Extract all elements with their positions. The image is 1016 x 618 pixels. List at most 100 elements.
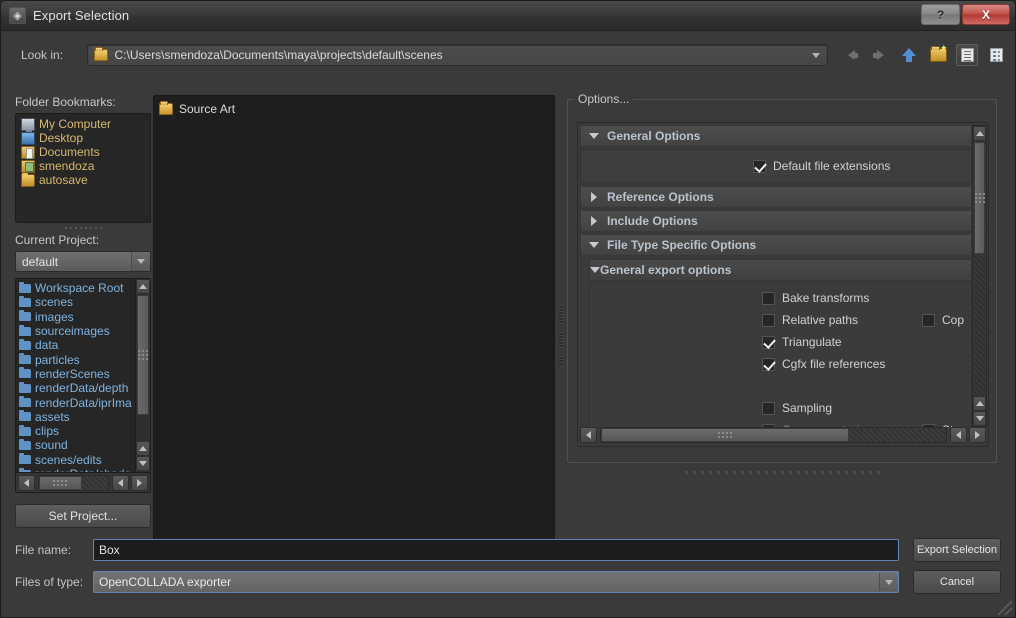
hscroll-thumb[interactable] — [39, 476, 82, 490]
checkbox-row[interactable]: Triangulate — [762, 331, 842, 353]
current-project-combobox[interactable]: default — [15, 251, 151, 272]
tree-item[interactable]: sourceimages — [19, 324, 150, 338]
tree-item[interactable]: renderData/iprIma — [19, 395, 150, 409]
accordion-reference-options[interactable]: Reference Options — [580, 186, 972, 208]
checkbox-bake-transforms[interactable] — [762, 292, 775, 305]
options-hscrollbar[interactable] — [580, 426, 986, 444]
back-button[interactable] — [840, 44, 862, 66]
window-controls: ? X — [921, 4, 1010, 25]
set-project-button[interactable]: Set Project... — [15, 504, 151, 528]
accordion-file-type-specific-options[interactable]: File Type Specific Options — [580, 234, 972, 256]
twisty-down-icon[interactable] — [590, 267, 600, 273]
scroll-down-button[interactable] — [136, 456, 150, 471]
scroll-down-button[interactable] — [973, 411, 986, 426]
hscroll-right-button[interactable] — [969, 427, 986, 443]
vscroll-thumb[interactable] — [974, 142, 985, 254]
bookmark-item-desktop[interactable]: Desktop — [18, 131, 148, 145]
scroll-up-button[interactable] — [136, 279, 150, 294]
folder-icon — [21, 174, 35, 187]
hscroll-left-button[interactable] — [580, 427, 597, 443]
checkbox-row[interactable]: Relative paths — [762, 309, 858, 331]
hscroll-track[interactable] — [600, 427, 947, 443]
twisty-down-icon[interactable] — [581, 242, 607, 248]
bookmark-item-my-computer[interactable]: My Computer — [18, 117, 148, 131]
tree-item-label: scenes — [35, 295, 73, 309]
checkbox-row[interactable]: Cgfx file references — [762, 353, 885, 375]
cancel-button[interactable]: Cancel — [913, 570, 1001, 594]
tree-item[interactable]: sound — [19, 438, 150, 452]
tree-item[interactable]: particles — [19, 352, 150, 366]
forward-button[interactable] — [869, 44, 891, 66]
tree-item[interactable]: renderScenes — [19, 367, 150, 381]
resize-grip[interactable] — [998, 601, 1012, 615]
tree-item[interactable]: scenes — [19, 295, 150, 309]
folder-icon — [19, 355, 31, 364]
hscroll-right-button[interactable] — [131, 475, 148, 491]
scroll-up-button-2[interactable] — [973, 396, 986, 411]
help-button[interactable]: ? — [921, 4, 960, 25]
hscroll-left-button-2[interactable] — [950, 427, 967, 443]
checkbox-label: Cop — [942, 313, 964, 327]
checkbox-row[interactable]: Cop — [922, 309, 964, 331]
accordion-include-options[interactable]: Include Options — [580, 210, 972, 232]
checkbox-cop[interactable] — [922, 314, 935, 327]
tree-item[interactable]: clips — [19, 424, 150, 438]
vscroll-thumb[interactable] — [137, 295, 149, 415]
hscroll-left-button[interactable] — [18, 475, 35, 491]
bookmark-item-documents[interactable]: Documents — [18, 145, 148, 159]
checkbox-cgfx-file-references[interactable] — [762, 358, 775, 371]
chevron-down-icon[interactable] — [809, 45, 823, 65]
checkbox-default-file-extensions[interactable] — [753, 160, 766, 173]
up-one-level-button[interactable] — [898, 44, 920, 66]
list-item[interactable]: Source Art — [159, 100, 554, 118]
file-name-input[interactable] — [93, 539, 899, 561]
folder-icon — [19, 369, 31, 378]
project-tree-vscrollbar[interactable] — [135, 279, 150, 492]
twisty-right-icon[interactable] — [581, 216, 607, 226]
checkbox-triangulate[interactable] — [762, 336, 775, 349]
tree-item-label: images — [35, 310, 74, 324]
bookmark-item-autosave[interactable]: autosave — [18, 173, 148, 187]
checkbox-row-default-file-extensions[interactable]: Default file extensions — [753, 155, 971, 177]
scroll-up-button[interactable] — [973, 126, 986, 141]
folder-icon — [19, 398, 31, 407]
bookmark-item-smendoza[interactable]: smendoza — [18, 159, 148, 173]
bookmarks-splitter-handle[interactable] — [15, 224, 151, 231]
hscroll-thumb[interactable] — [601, 428, 849, 442]
tree-item[interactable]: Workspace Root — [19, 281, 150, 295]
tree-item[interactable]: data — [19, 338, 150, 352]
accordion-general-options[interactable]: General Options — [580, 125, 972, 147]
tree-item[interactable]: assets — [19, 410, 150, 424]
hscroll-left-button-2[interactable] — [112, 475, 129, 491]
panel-splitter[interactable] — [557, 95, 565, 560]
export-selection-button[interactable]: Export Selection — [913, 538, 1001, 562]
detail-view-button[interactable] — [985, 44, 1007, 66]
tree-item[interactable]: scenes/edits — [19, 453, 150, 467]
file-type-combobox[interactable]: OpenCOLLADA exporter — [93, 571, 899, 593]
chevron-down-icon[interactable] — [131, 252, 150, 271]
folder-icon — [19, 298, 31, 307]
scroll-up-button-2[interactable] — [136, 441, 150, 456]
new-folder-button[interactable]: ✦ — [927, 44, 949, 66]
twisty-right-icon[interactable] — [581, 192, 607, 202]
project-folder-tree[interactable]: Workspace Rootscenesimagessourceimagesda… — [15, 278, 151, 493]
checkbox-sampling[interactable] — [762, 402, 775, 415]
chevron-down-icon[interactable] — [879, 573, 897, 591]
close-button[interactable]: X — [962, 4, 1010, 25]
checkbox-row[interactable]: Sampling — [762, 397, 832, 419]
options-vscrollbar[interactable] — [972, 125, 987, 427]
options-splitter-handle[interactable] — [567, 471, 997, 474]
checkbox-row[interactable]: Bake transforms — [762, 287, 869, 309]
accordion-general-export-options[interactable]: General export options — [589, 259, 972, 281]
list-view-button[interactable] — [956, 44, 978, 66]
tree-item[interactable]: renderData/depth — [19, 381, 150, 395]
file-type-label: Files of type: — [15, 575, 93, 589]
hscroll-track[interactable] — [38, 475, 109, 491]
folder-bookmarks-list[interactable]: My ComputerDesktopDocumentssmendozaautos… — [15, 113, 151, 223]
file-browser-list[interactable]: Source Art — [153, 95, 555, 560]
path-combobox[interactable]: C:\Users\smendoza\Documents\maya\project… — [87, 44, 828, 66]
tree-item[interactable]: images — [19, 310, 150, 324]
twisty-down-icon[interactable] — [581, 133, 607, 139]
checkbox-relative-paths[interactable] — [762, 314, 775, 327]
project-tree-hscrollbar[interactable] — [16, 472, 150, 492]
